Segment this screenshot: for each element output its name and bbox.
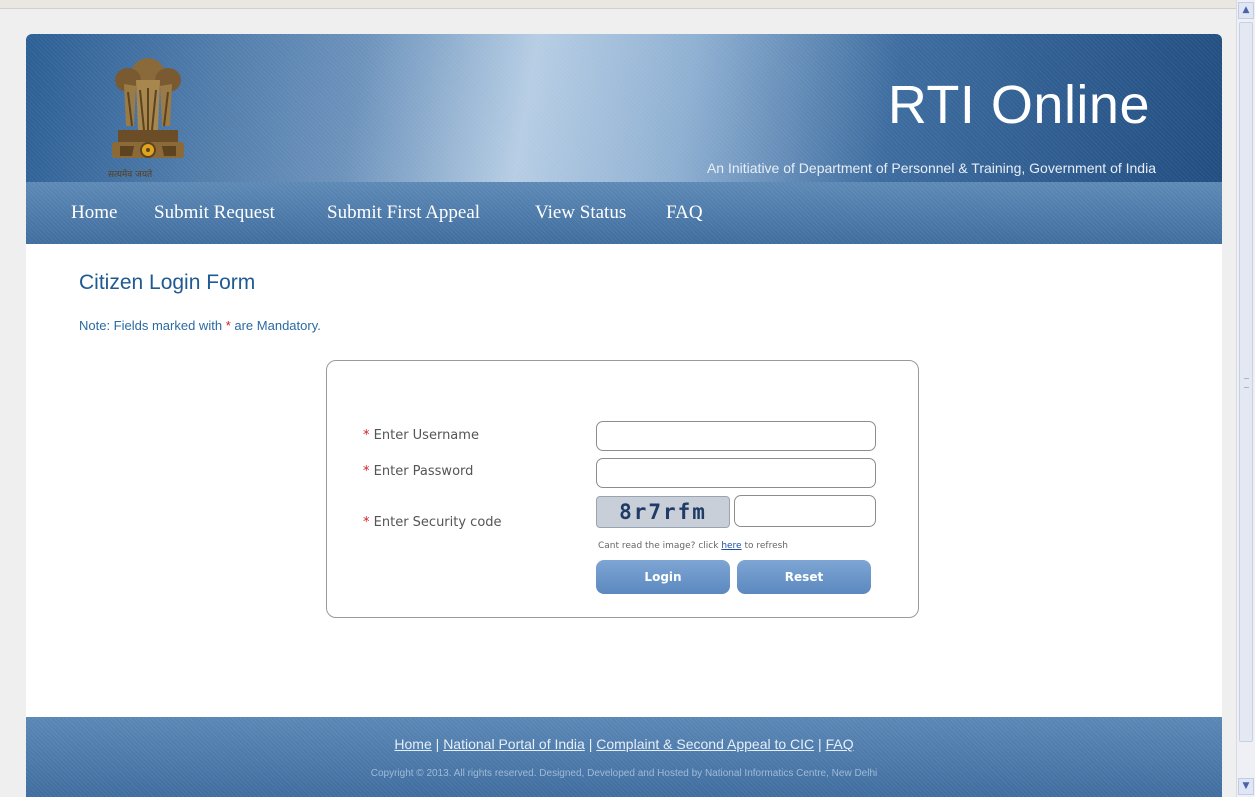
footer-links: Home | National Portal of India | Compla… [26,736,1222,752]
footer-link-home[interactable]: Home [394,736,431,752]
required-marker: * [363,464,370,479]
main-navigation: Home Submit Request Submit First Appeal … [26,182,1222,244]
password-field[interactable] [596,458,876,488]
page-container: सत्यमेव जयते RTI Online An Initiative of… [26,34,1222,797]
footer-link-faq[interactable]: FAQ [826,736,854,752]
browser-top-edge [0,0,1255,9]
captcha-refresh-hint: Cant read the image? click here to refre… [598,541,788,551]
nav-view-status[interactable]: View Status [535,202,626,224]
captcha-label: * Enter Security code [363,515,502,530]
nav-submit-request[interactable]: Submit Request [154,202,275,224]
footer-separator: | [588,736,593,752]
scroll-up-arrow-icon[interactable]: ▲ [1238,2,1254,19]
captcha-refresh-link[interactable]: here [721,541,741,551]
page-title: Citizen Login Form [79,271,256,294]
username-label-text: Enter Username [373,428,479,443]
captcha-field[interactable] [734,495,876,527]
username-label: * Enter Username [363,428,479,443]
note-suffix: are Mandatory. [234,318,321,333]
nav-home[interactable]: Home [71,202,117,224]
footer-separator: | [435,736,440,752]
captcha-image: 8r7rfm [596,496,730,528]
vertical-scrollbar[interactable]: ▲ ▼ [1236,0,1255,797]
site-footer: Home | National Portal of India | Compla… [26,717,1222,797]
site-title: RTI Online [887,75,1150,135]
emblem-motto: सत्यमेव जयते [108,170,153,180]
site-subtitle: An Initiative of Department of Personnel… [706,160,1156,176]
reset-button[interactable]: Reset [737,560,871,594]
scrollbar-thumb[interactable] [1239,22,1253,742]
required-marker: * [363,428,370,443]
scrollbar-grip [1244,378,1249,388]
required-marker: * [363,515,370,530]
username-field[interactable] [596,421,876,451]
footer-separator: | [818,736,822,752]
password-label: * Enter Password [363,464,473,479]
nav-faq[interactable]: FAQ [666,202,703,224]
note-prefix: Note: Fields marked with [79,318,223,333]
footer-link-complaint-appeal[interactable]: Complaint & Second Appeal to CIC [596,736,814,752]
captcha-label-text: Enter Security code [373,515,502,530]
login-button[interactable]: Login [596,560,730,594]
password-label-text: Enter Password [373,464,474,479]
mandatory-note: Note: Fields marked with * are Mandatory… [79,318,321,333]
scroll-down-arrow-icon[interactable]: ▼ [1238,778,1254,795]
refresh-prefix: Cant read the image? click [598,541,719,551]
required-marker: * [225,318,231,333]
site-header: सत्यमेव जयते RTI Online An Initiative of… [26,34,1222,182]
refresh-suffix: to refresh [744,541,789,551]
nav-submit-first-appeal[interactable]: Submit First Appeal [327,202,480,224]
state-emblem-icon [112,58,184,158]
login-form-box: * Enter Username * Enter Password * Ente… [326,360,919,618]
footer-link-national-portal[interactable]: National Portal of India [443,736,585,752]
footer-copyright: Copyright © 2013. All rights reserved. D… [370,768,878,779]
